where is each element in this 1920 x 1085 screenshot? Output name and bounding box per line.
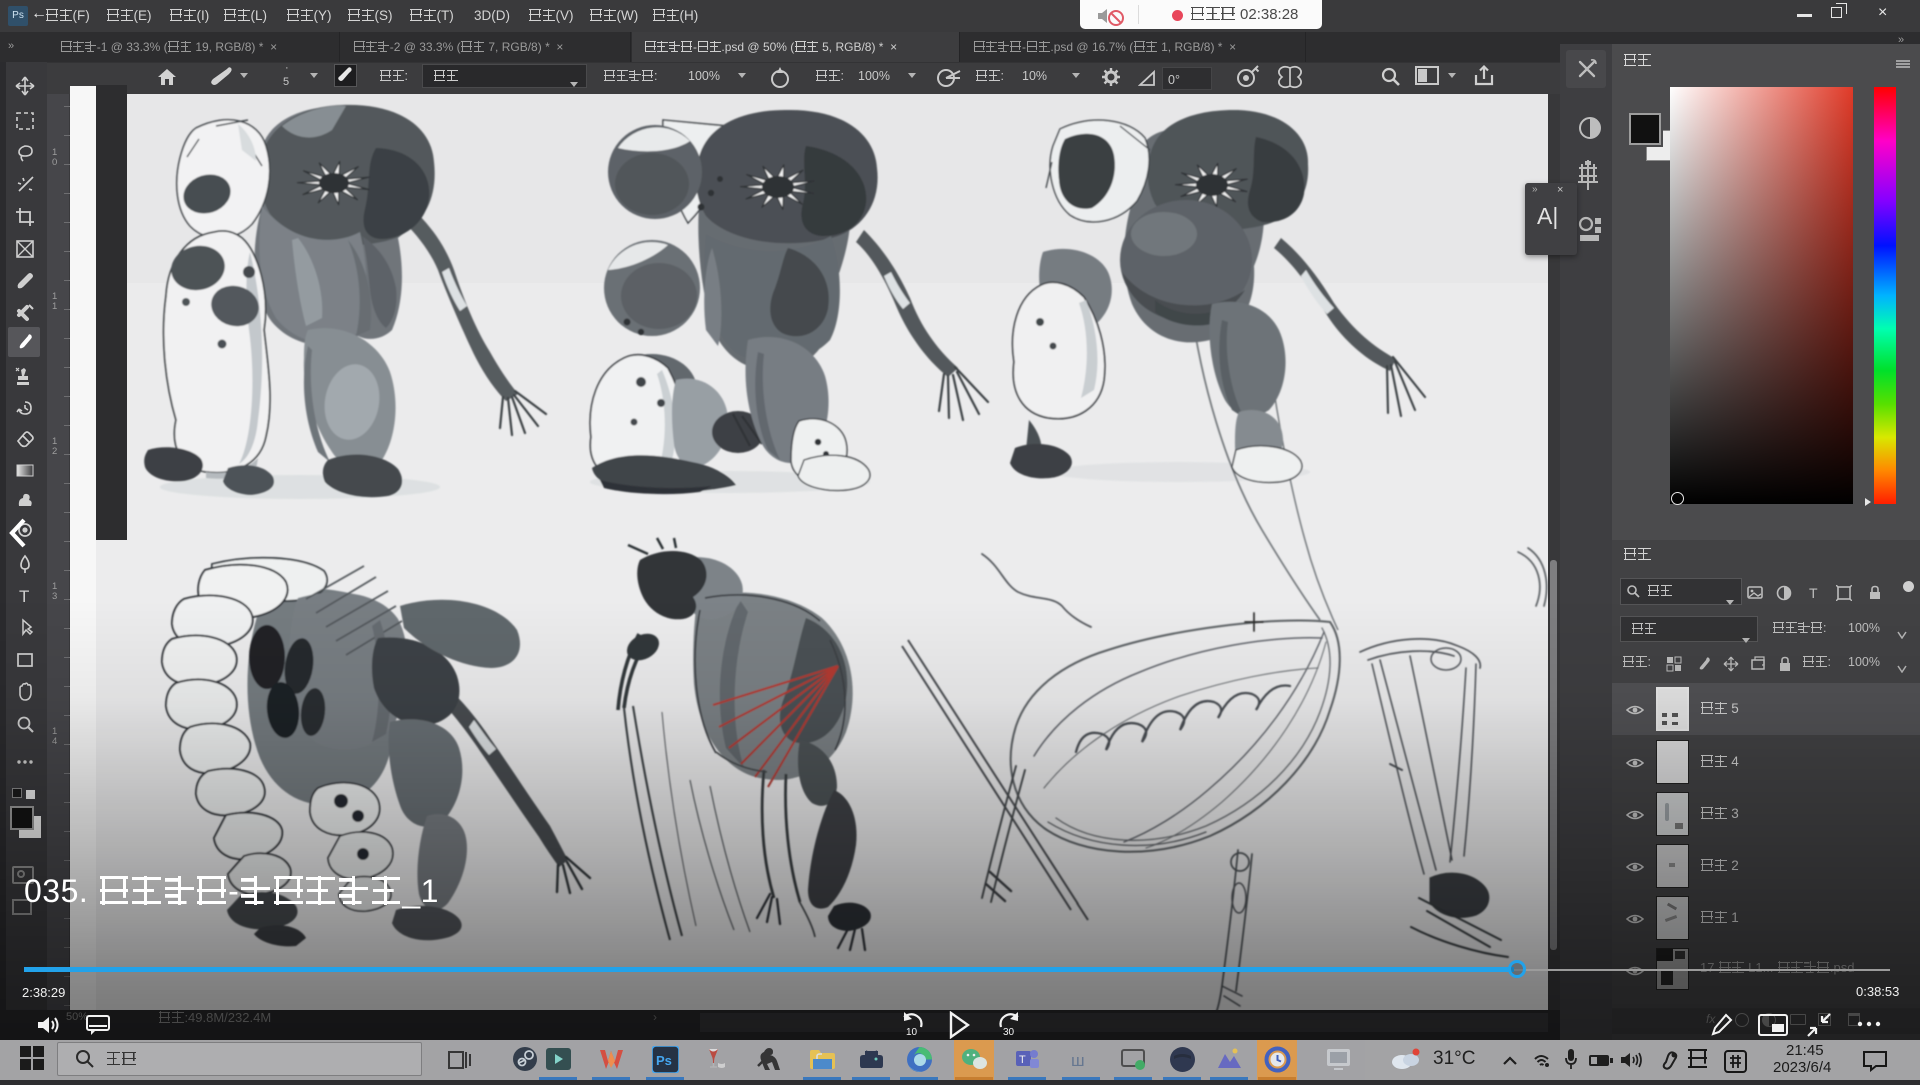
svg-text:T: T bbox=[1809, 585, 1818, 601]
svg-text:10: 10 bbox=[906, 1027, 918, 1038]
svg-text:30: 30 bbox=[1003, 1027, 1015, 1038]
